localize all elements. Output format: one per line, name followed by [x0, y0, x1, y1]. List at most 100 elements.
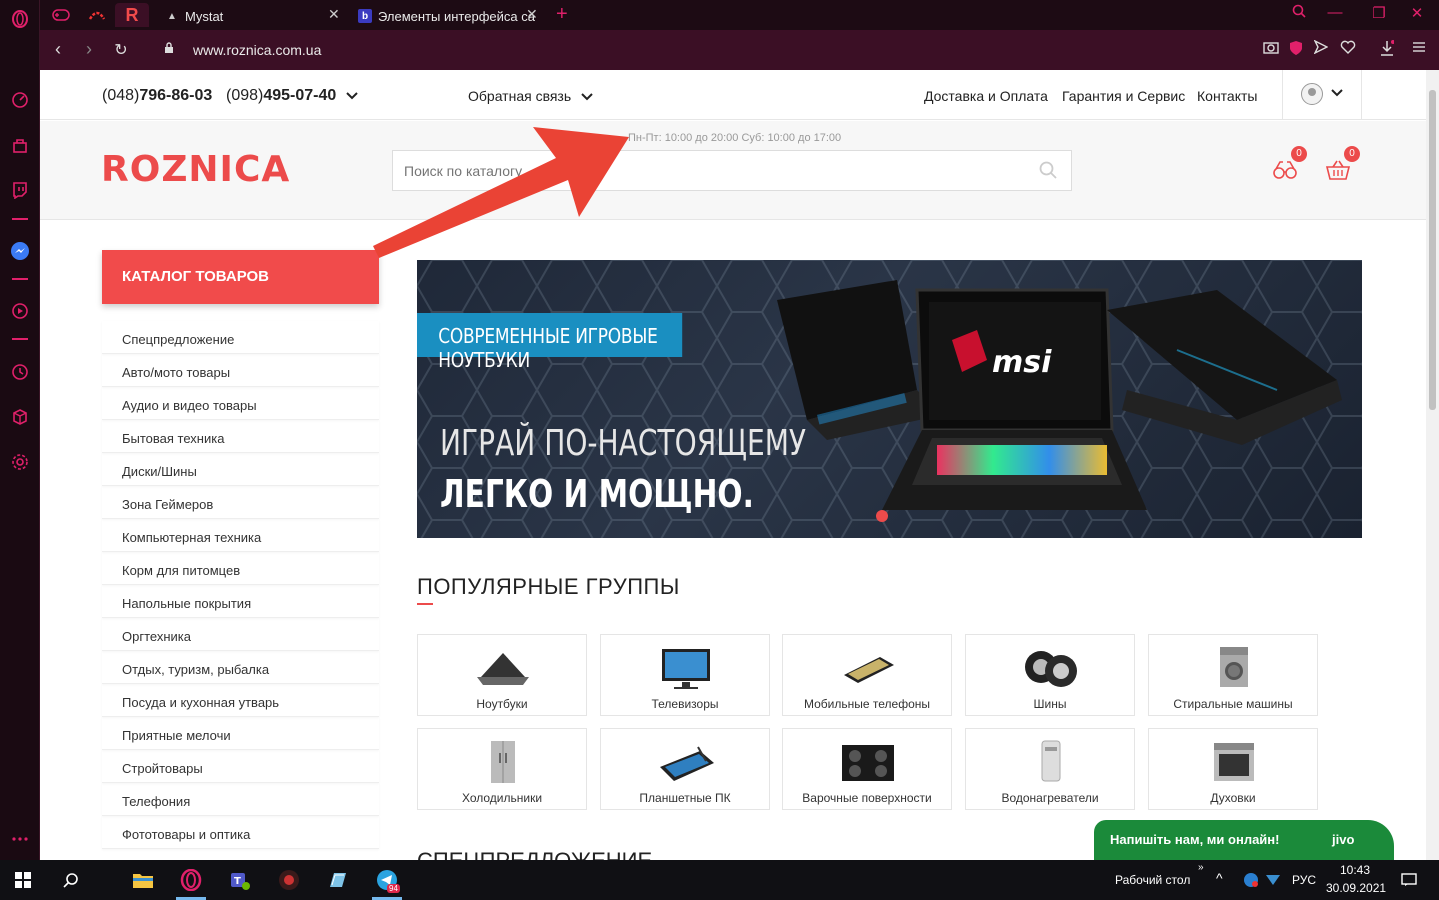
teams-icon[interactable]: T — [227, 867, 253, 893]
group-fridges[interactable]: Холодильники — [417, 728, 587, 810]
category-item[interactable]: Корм для питомцев — [102, 552, 379, 585]
category-item[interactable]: Стройтовары — [102, 750, 379, 783]
link-warranty[interactable]: Гарантия и Сервис — [1062, 88, 1185, 104]
download-icon[interactable] — [1376, 40, 1398, 60]
tv-icon — [662, 649, 710, 689]
pinned-tab-icon[interactable] — [80, 3, 114, 27]
msi-logo: msi — [992, 345, 1052, 380]
category-item[interactable]: Компьютерная техника — [102, 519, 379, 552]
notifications-icon[interactable] — [1396, 867, 1422, 893]
group-hobs[interactable]: Варочные поверхности — [782, 728, 952, 810]
group-laptops[interactable]: Ноутбуки — [417, 634, 587, 716]
notepad-icon[interactable] — [324, 867, 350, 893]
roznica-tab[interactable]: R — [115, 3, 149, 27]
category-item[interactable]: Отдых, туризм, рыбалка — [102, 651, 379, 684]
category-item[interactable]: Телефония — [102, 783, 379, 816]
messenger-icon[interactable] — [9, 240, 31, 262]
category-item[interactable]: Зона Геймеров — [102, 486, 379, 519]
opera-taskbar-icon[interactable] — [178, 867, 204, 893]
more-icon[interactable] — [9, 828, 31, 850]
category-item[interactable]: Посуда и кухонная утварь — [102, 684, 379, 717]
file-explorer-icon[interactable] — [130, 867, 156, 893]
settings-icon[interactable] — [9, 451, 31, 473]
category-item[interactable]: Аудио и видео товары — [102, 387, 379, 420]
group-tires[interactable]: Шины — [965, 634, 1135, 716]
search-icon[interactable] — [1039, 161, 1057, 179]
url-field[interactable]: www.roznica.com.ua — [193, 42, 321, 58]
twitch-icon[interactable] — [9, 179, 31, 201]
gamepad-icon[interactable] — [44, 3, 78, 27]
minimize-icon[interactable]: — — [1323, 4, 1347, 21]
link-delivery[interactable]: Доставка и Оплата — [924, 88, 1048, 104]
game-app-icon[interactable] — [276, 867, 302, 893]
send-icon[interactable] — [1310, 39, 1332, 58]
group-tvs[interactable]: Телевизоры — [600, 634, 770, 716]
hob-icon — [842, 745, 894, 781]
catalog-button[interactable]: КАТАЛОГ ТОВАРОВ — [102, 250, 379, 304]
player-icon[interactable] — [9, 300, 31, 322]
back-icon[interactable]: ‹ — [47, 39, 69, 60]
user-menu-button[interactable] — [1282, 70, 1362, 120]
toolbar-expand-icon[interactable]: » — [1198, 862, 1204, 873]
tray-mail-icon[interactable] — [1260, 867, 1286, 893]
group-water-heaters[interactable]: Водонагреватели — [965, 728, 1135, 810]
banner-subheadline: ЛЕГКО И МОЩНО. — [440, 472, 754, 516]
promo-banner[interactable]: СОВРЕМЕННЫЕ ИГРОВЫЕ НОУТБУКИ ИГРАЙ ПО-НА… — [417, 260, 1362, 538]
extensions-icon[interactable] — [9, 406, 31, 428]
category-item[interactable]: Авто/мото товары — [102, 354, 379, 387]
cart-icon[interactable] — [1325, 159, 1351, 181]
speed-dial-icon[interactable] — [9, 89, 31, 111]
category-item[interactable]: Напольные покрытия — [102, 585, 379, 618]
shopping-icon[interactable] — [9, 135, 31, 157]
compare-icon[interactable] — [1272, 159, 1298, 181]
snapshot-icon[interactable] — [1260, 40, 1282, 58]
clock-time[interactable]: 10:43 — [1340, 863, 1370, 877]
search-icon[interactable] — [58, 867, 84, 893]
carousel-dot[interactable] — [876, 510, 888, 522]
chat-widget[interactable]: Напишіть нам, ми онлайн! jivo — [1094, 820, 1394, 860]
tab-mystat[interactable]: ▲ Mystat — [157, 2, 337, 30]
clock-date[interactable]: 30.09.2021 — [1326, 881, 1386, 895]
phone-chevron-icon[interactable] — [346, 87, 358, 105]
link-contacts[interactable]: Контакты — [1197, 88, 1257, 104]
group-tablets[interactable]: Планшетные ПК — [600, 728, 770, 810]
search-tabs-icon[interactable] — [1287, 4, 1311, 22]
reload-icon[interactable]: ↻ — [110, 40, 132, 60]
easy-setup-icon[interactable] — [1408, 40, 1430, 57]
category-item[interactable]: Приятные мелочи — [102, 717, 379, 750]
language-indicator[interactable]: РУС — [1292, 873, 1316, 887]
site-logo[interactable]: ROZNICA — [101, 149, 290, 190]
windows-start-icon[interactable] — [10, 867, 36, 893]
category-item[interactable]: Оргтехника — [102, 618, 379, 651]
tablet-icon — [660, 746, 714, 781]
phone-2[interactable]: (098)495-07-40 — [226, 87, 336, 105]
group-phones[interactable]: Мобильные телефоны — [782, 634, 952, 716]
tray-overflow-icon[interactable]: ^ — [1216, 870, 1223, 886]
category-item[interactable]: Диски/Шины — [102, 453, 379, 486]
group-washing-machines[interactable]: Стиральные машины — [1148, 634, 1318, 716]
heart-icon[interactable] — [1337, 40, 1359, 58]
category-item[interactable]: Фототовары и оптика — [102, 816, 379, 849]
category-item[interactable]: Спецпредложение — [102, 321, 379, 354]
page-scrollbar[interactable] — [1426, 70, 1439, 860]
vpn-shield-icon[interactable] — [1285, 40, 1307, 60]
phone-1[interactable]: (048)796-86-03 — [102, 87, 212, 105]
history-icon[interactable] — [9, 361, 31, 383]
forward-icon[interactable]: › — [78, 39, 100, 60]
restore-icon[interactable]: ❐ — [1367, 4, 1391, 22]
washing-machine-icon — [1220, 647, 1248, 687]
opera-menu-icon[interactable] — [9, 8, 31, 30]
tab-interface-elements[interactable]: b Элементы интерфейса са — [350, 2, 546, 30]
group-label: Планшетные ПК — [639, 791, 731, 805]
group-ovens[interactable]: Духовки — [1148, 728, 1318, 810]
close-tab-icon[interactable]: ✕ — [328, 6, 340, 23]
search-input[interactable] — [393, 151, 993, 190]
desktop-toolbar-label[interactable]: Рабочий стол — [1115, 873, 1190, 887]
feedback-dropdown[interactable]: Обратная связь — [468, 88, 593, 104]
close-tab-icon[interactable]: ✕ — [526, 6, 538, 23]
scrollbar-thumb[interactable] — [1429, 90, 1436, 410]
new-tab-button[interactable]: + — [556, 3, 568, 26]
category-item[interactable]: Бытовая техника — [102, 420, 379, 453]
category-menu: Спецпредложение Авто/мото товары Аудио и в… — [102, 321, 379, 849]
close-window-icon[interactable]: ✕ — [1405, 4, 1429, 22]
